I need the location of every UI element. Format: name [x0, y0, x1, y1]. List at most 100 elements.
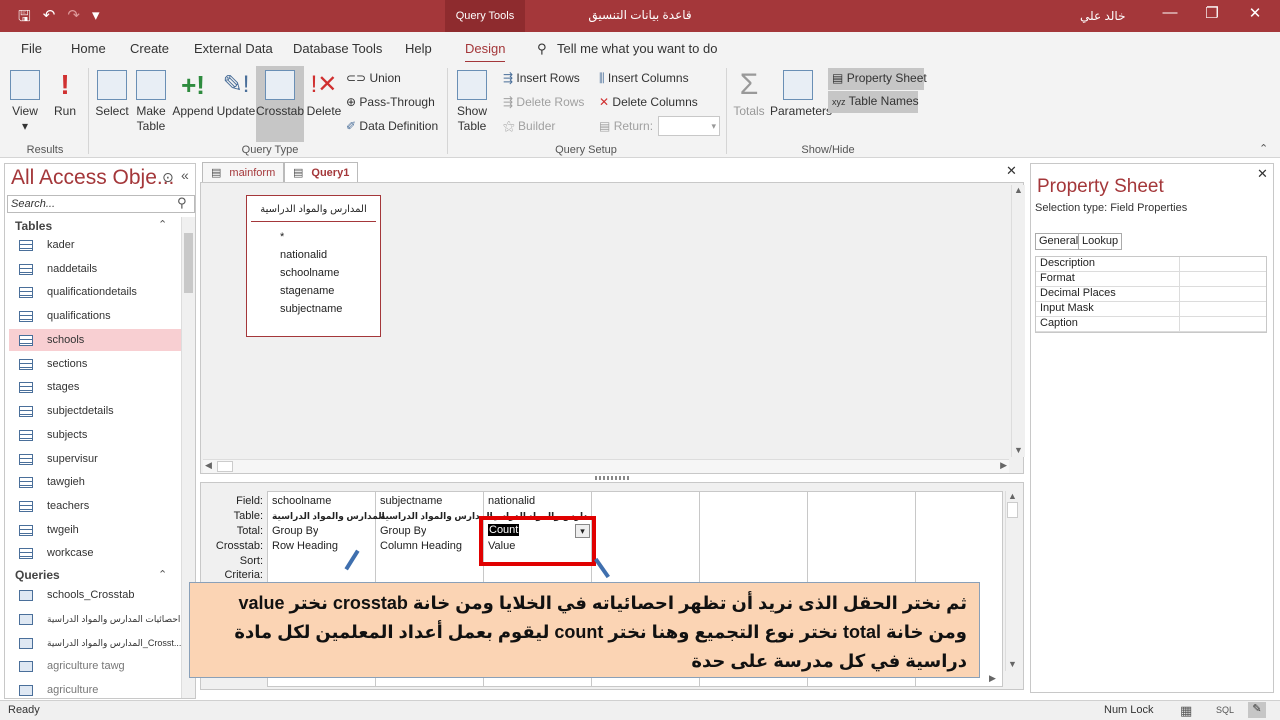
append-button[interactable]: +! Append [172, 70, 214, 119]
grid-total-cell[interactable]: Group By [380, 525, 426, 537]
nav-table-item[interactable]: naddetails [9, 258, 183, 280]
close-document-icon[interactable]: ✕ [1006, 163, 1017, 179]
minimize-button[interactable]: — [1155, 4, 1185, 21]
search-icon[interactable]: ⚲ [177, 195, 187, 211]
scroll-up-arrow-icon[interactable]: ▲ [1006, 491, 1019, 501]
field-list-item[interactable]: * [247, 228, 380, 246]
grid-crosstab-cell[interactable]: Column Heading [380, 540, 462, 552]
nav-query-item[interactable]: المدارس والمواد الدراسية_Crosst... [9, 632, 183, 654]
property-row[interactable]: Input Mask [1036, 302, 1266, 317]
show-table-button[interactable]: Show Table [454, 70, 490, 134]
grid-table-cell[interactable]: المدارس والمواد الدراسية [272, 511, 385, 522]
nav-table-item[interactable]: stages [9, 376, 183, 398]
scroll-down-arrow-icon[interactable]: ▼ [1012, 445, 1025, 455]
nav-table-item[interactable]: subjects [9, 424, 183, 446]
prop-tab-general[interactable]: General [1035, 233, 1083, 250]
tab-database-tools[interactable]: Database Tools [293, 41, 382, 56]
property-row[interactable]: Description [1036, 257, 1266, 272]
tell-me-box[interactable]: Tell me what you want to do [557, 41, 717, 56]
close-property-sheet-icon[interactable]: ✕ [1257, 166, 1268, 182]
tab-external-data[interactable]: External Data [194, 41, 273, 56]
pass-through-button[interactable]: ⊕ Pass-Through [346, 95, 435, 109]
nav-table-item[interactable]: sections [9, 353, 183, 375]
grid-field-cell[interactable]: nationalid [488, 495, 535, 507]
scroll-right-arrow-icon[interactable]: ▶ [989, 673, 996, 684]
redo-icon[interactable]: ↷ [67, 6, 80, 31]
nav-table-item[interactable]: qualificationdetails [9, 281, 183, 303]
select-query-button[interactable]: Select [95, 70, 129, 119]
property-row[interactable]: Decimal Places [1036, 287, 1266, 302]
nav-table-item[interactable]: twgeih [9, 519, 183, 541]
field-list-table[interactable]: المدارس والمواد الدراسية * nationalid sc… [246, 195, 381, 337]
grid-vscroll-thumb[interactable] [1007, 502, 1018, 518]
insert-columns-button[interactable]: ⫼ Insert Columns [599, 71, 689, 86]
nav-search-input[interactable]: Search... [7, 195, 195, 213]
nav-query-item[interactable]: agriculture [9, 679, 183, 698]
nav-pane-title[interactable]: All Access Obje... [11, 166, 174, 190]
table-names-button[interactable]: xyz Table Names [828, 91, 919, 113]
field-list-item[interactable]: stagename [247, 282, 380, 300]
delete-rows-button[interactable]: ⇶ Delete Rows [503, 95, 584, 109]
doc-tab-query1[interactable]: ▤ Query1 [284, 162, 359, 182]
undo-icon[interactable]: ↶ [43, 6, 56, 31]
scroll-left-arrow-icon[interactable]: ◀ [205, 460, 212, 471]
grid-field-cell[interactable]: subjectname [380, 495, 442, 507]
nav-queries-header[interactable]: Queries [15, 568, 60, 582]
run-button[interactable]: ! Run [50, 70, 80, 119]
nav-query-item[interactable]: agriculture tawg [9, 655, 183, 677]
user-name[interactable]: خالد علي [1080, 9, 1126, 23]
save-icon[interactable]: 🖫 [18, 6, 31, 31]
nav-table-item[interactable]: kader [9, 234, 183, 256]
make-table-button[interactable]: Make Table [134, 70, 168, 134]
property-sheet-button[interactable]: ▤ Property Sheet [828, 68, 927, 90]
customize-qat-icon[interactable]: ▾ [92, 6, 100, 31]
property-row[interactable]: Format [1036, 272, 1266, 287]
tab-design[interactable]: Design [465, 41, 506, 63]
scroll-down-arrow-icon[interactable]: ▼ [1006, 659, 1019, 669]
grid-field-cell[interactable]: schoolname [272, 495, 331, 507]
data-definition-button[interactable]: ✐ Data Definition [346, 119, 438, 133]
tab-file[interactable]: File [21, 41, 42, 56]
nav-table-item[interactable]: tawgieh [9, 471, 183, 493]
nav-table-item[interactable]: supervisur [9, 448, 183, 470]
upper-horizontal-scrollbar[interactable]: ◀ ▶ [203, 459, 1009, 473]
upper-vertical-scrollbar[interactable]: ▲ ▼ [1011, 185, 1025, 457]
return-dropdown[interactable]: ▾ [658, 116, 720, 136]
delete-query-button[interactable]: !✕ Delete [306, 70, 342, 119]
scroll-right-arrow-icon[interactable]: ▶ [1000, 460, 1007, 471]
totals-button[interactable]: Σ Totals [732, 70, 766, 119]
restore-button[interactable]: ❐ [1197, 4, 1227, 22]
tab-home[interactable]: Home [71, 41, 106, 56]
grid-vertical-scrollbar[interactable]: ▲ ▼ [1005, 491, 1019, 671]
field-list-item[interactable]: subjectname [247, 300, 380, 318]
nav-tables-header[interactable]: Tables [15, 219, 52, 233]
nav-table-item[interactable]: qualifications [9, 305, 183, 327]
grid-crosstab-cell[interactable]: Row Heading [272, 540, 338, 552]
collapse-section-icon[interactable]: ⌃ [158, 568, 167, 581]
collapse-section-icon[interactable]: ⌃ [158, 218, 167, 231]
nav-table-item[interactable]: subjectdetails [9, 400, 183, 422]
nav-scroll-thumb[interactable] [184, 233, 193, 293]
datasheet-view-icon[interactable]: ▦ [1180, 703, 1192, 719]
nav-dropdown-icon[interactable]: ⊙ [162, 169, 174, 186]
doc-tab-mainform[interactable]: ▤ mainform [202, 162, 285, 182]
insert-rows-button[interactable]: ⇶ Insert Rows [503, 71, 580, 85]
tab-help[interactable]: Help [405, 41, 432, 56]
nav-query-item[interactable]: schools_Crosstab [9, 584, 183, 606]
pane-splitter[interactable] [595, 476, 631, 480]
sql-view-button[interactable]: SQL [1216, 705, 1234, 715]
collapse-ribbon-icon[interactable]: ⌃ [1259, 142, 1268, 155]
close-button[interactable]: ✕ [1240, 4, 1270, 22]
crosstab-button[interactable]: Crosstab [256, 66, 304, 142]
delete-columns-button[interactable]: ✕ Delete Columns [599, 95, 698, 109]
builder-button[interactable]: ⚝ Builder [503, 119, 555, 134]
prop-tab-lookup[interactable]: Lookup [1078, 233, 1123, 250]
nav-table-item-selected[interactable]: schools [9, 329, 183, 351]
grid-table-cell[interactable]: المدارس والمواد الدراسية [380, 511, 493, 522]
design-view-icon[interactable]: ✎ [1248, 702, 1266, 718]
nav-table-item[interactable]: workcase [9, 542, 183, 564]
tab-create[interactable]: Create [130, 41, 169, 56]
nav-table-item[interactable]: teachers [9, 495, 183, 517]
scroll-up-arrow-icon[interactable]: ▲ [1012, 185, 1025, 195]
update-button[interactable]: ✎! Update [216, 70, 256, 119]
